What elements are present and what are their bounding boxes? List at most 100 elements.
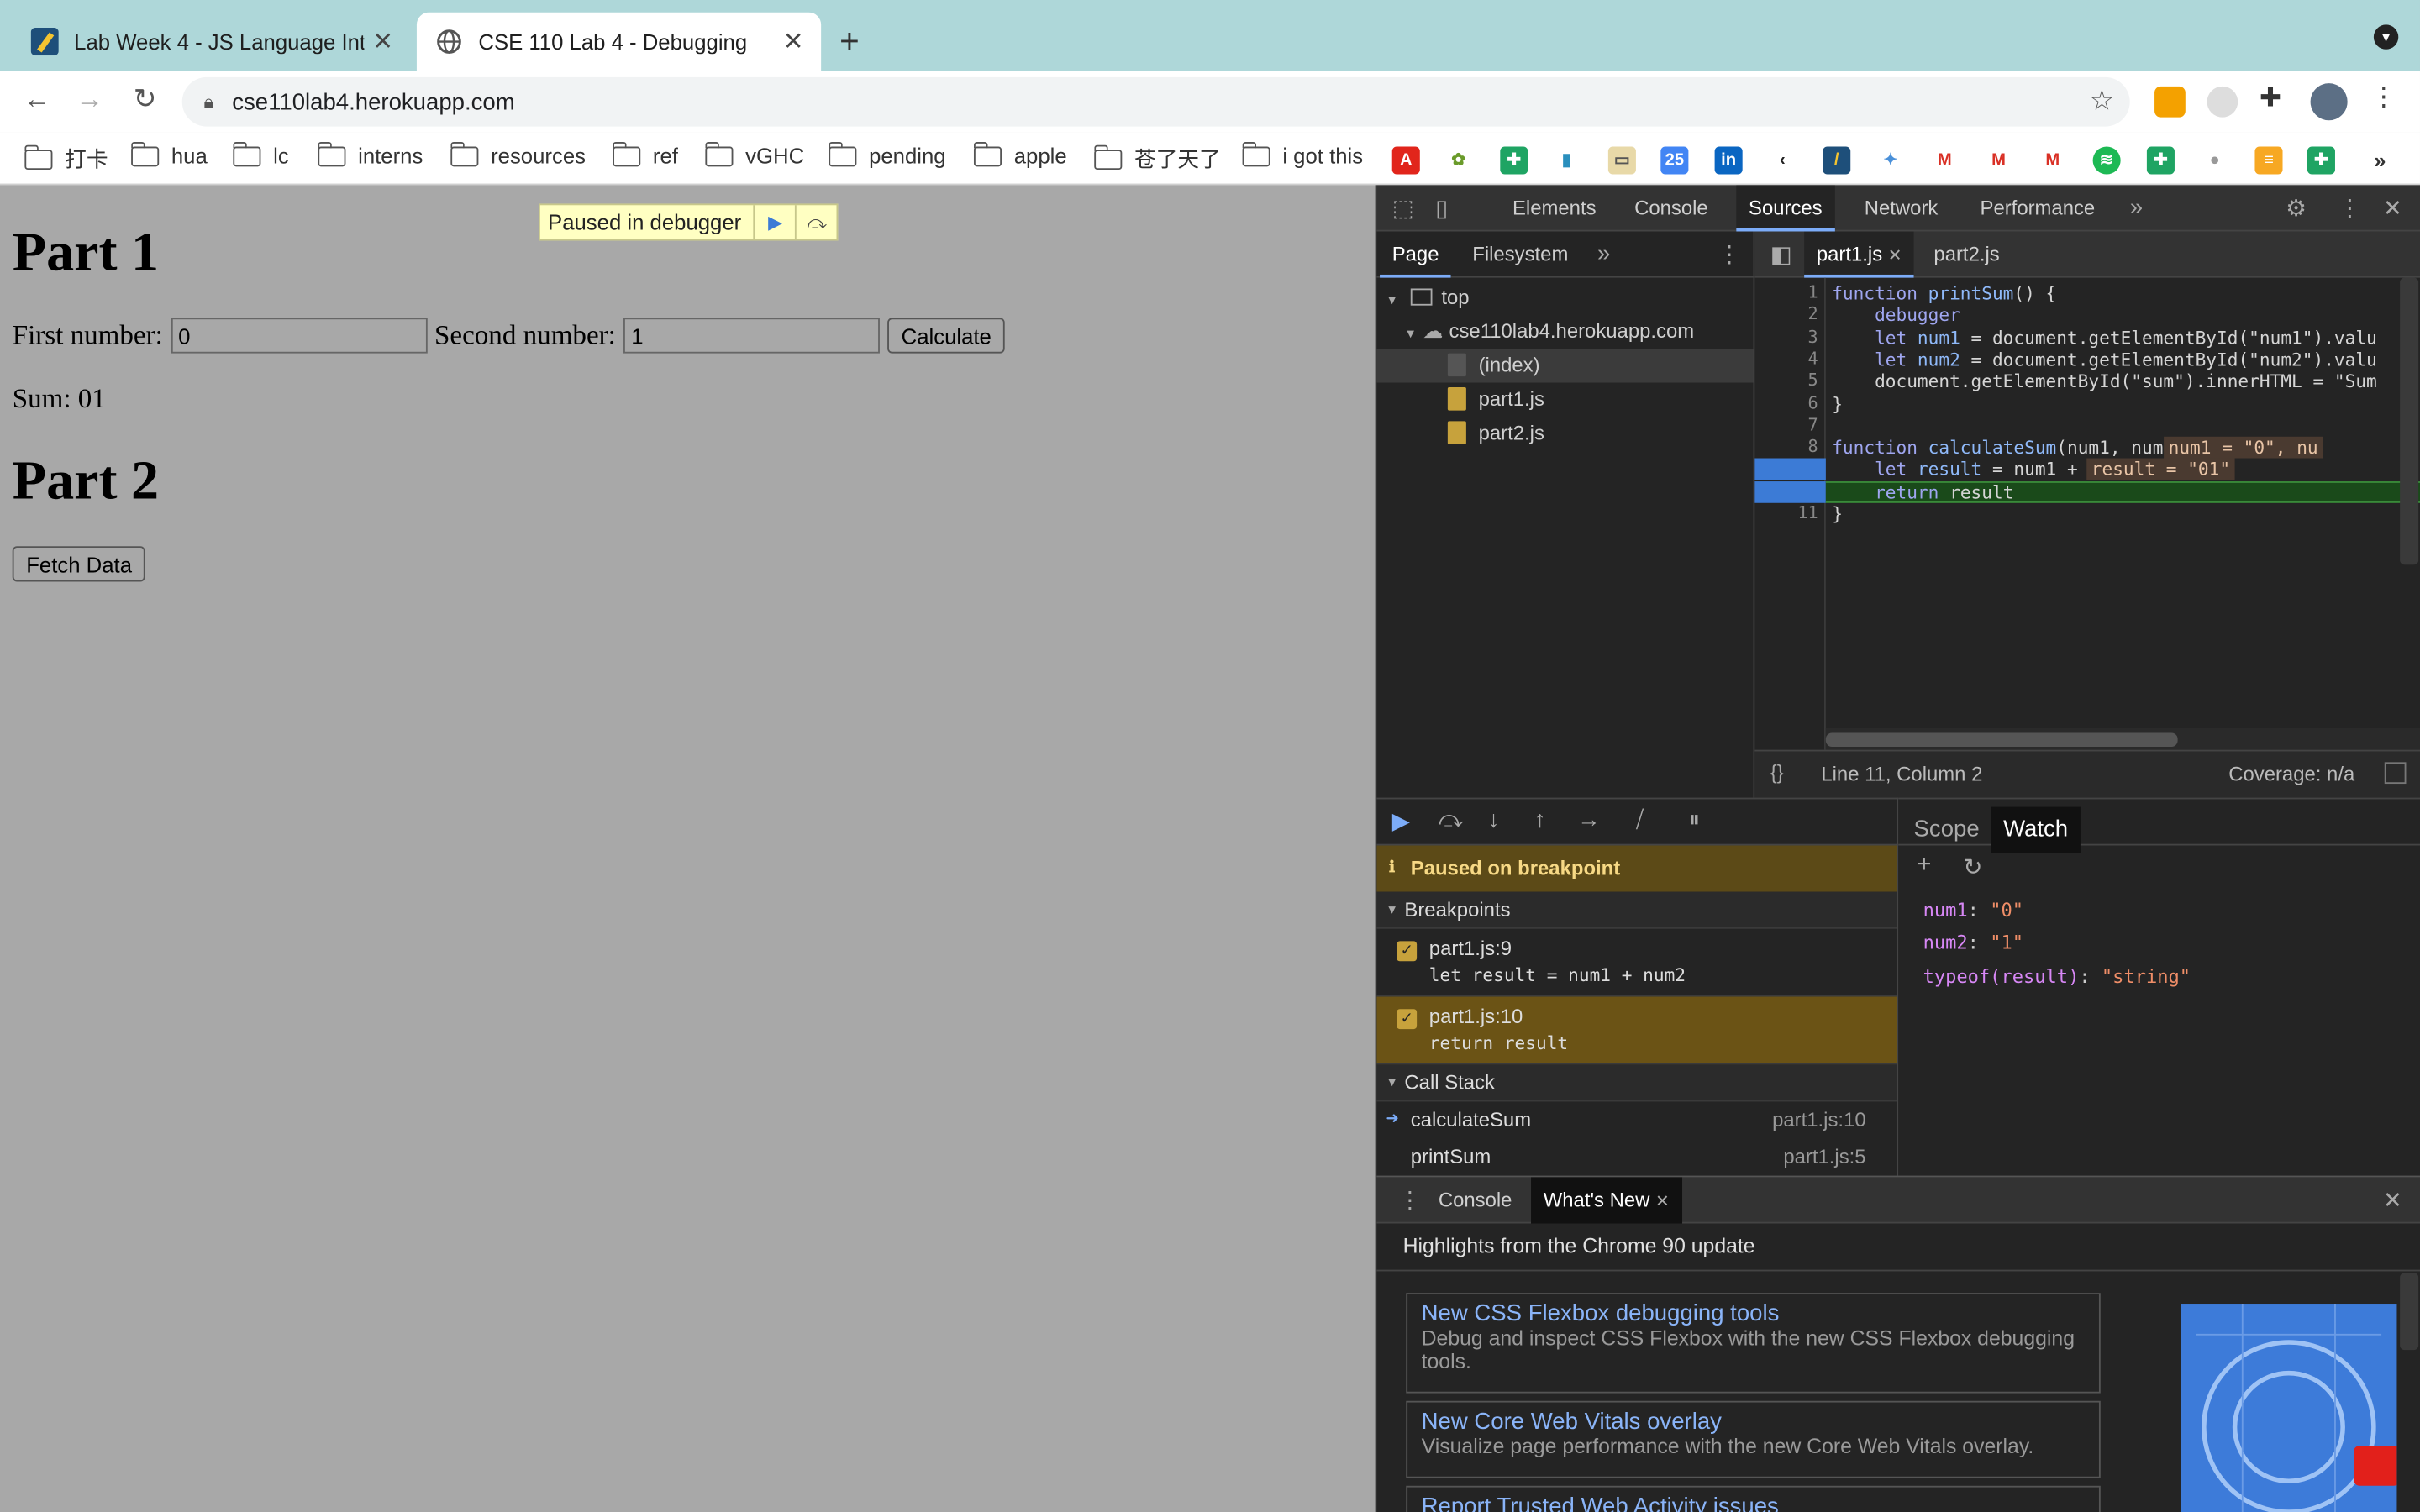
calendar-icon[interactable]: 25 (1660, 146, 1689, 175)
stack-icon[interactable]: ≡ (2254, 146, 2283, 175)
apple-icon[interactable]: ● (2201, 146, 2229, 175)
tree-top-frame[interactable]: ▼ top (1386, 281, 1469, 314)
line-gutter[interactable]: 1234567891011 (1754, 277, 1826, 750)
refresh-watch-icon[interactable]: ↻ (1963, 853, 1982, 881)
step-icon[interactable]: → (1577, 807, 1601, 833)
bookmark-folder[interactable]: apple (973, 141, 1067, 168)
spotify-icon[interactable]: ≋ (2092, 146, 2121, 175)
drawer-tab-console[interactable]: Console (1439, 1177, 1512, 1223)
watch-expression[interactable]: num2: "1" (1923, 932, 2023, 953)
address-bar[interactable]: 🔒︎ cse110lab4.herokuapp.com ☆ (182, 76, 2130, 127)
puzzle-extensions-icon[interactable]: ✚ (2260, 83, 2291, 114)
step-over-icon[interactable]: ⤼ (795, 205, 838, 239)
new-tab-plus-icon[interactable]: + (839, 22, 860, 62)
tree-file-part1[interactable]: part1.js (1447, 383, 1544, 417)
bookmark-folder[interactable]: vGHC (704, 141, 804, 168)
editor-tab-part1[interactable]: part1.js ✕ (1804, 231, 1915, 278)
line-number[interactable]: 4 (1807, 349, 1818, 370)
fetch-data-button[interactable]: Fetch Data (12, 546, 146, 582)
navigator-menu-icon[interactable]: ⋮ (1718, 241, 1741, 268)
tree-domain[interactable]: ▼ ☁ cse110lab4.herokuapp.com (1404, 315, 1694, 349)
whats-new-card[interactable]: New CSS Flexbox debugging tools Debug an… (1406, 1293, 2101, 1394)
close-tab-icon[interactable]: ✕ (364, 26, 401, 57)
second-number-input[interactable] (623, 318, 880, 354)
bookmark-star-icon[interactable]: ☆ (2090, 85, 2115, 118)
tab-lab-week-4[interactable]: Lab Week 4 - JS Language Intr ✕ (13, 13, 411, 71)
deactivate-breakpoints-icon[interactable]: ⧸ (1636, 807, 1644, 833)
bookmark-folder[interactable]: 打卡 (24, 144, 108, 175)
vertical-scrollbar[interactable] (2400, 277, 2419, 565)
tab-search-chevron-icon[interactable]: ▼ (2373, 24, 2399, 50)
scroll-thumb[interactable] (1825, 732, 2178, 747)
more-nav-chevron-icon[interactable]: » (1597, 241, 1610, 267)
close-file-icon[interactable]: ✕ (1888, 247, 1902, 265)
tab-watch[interactable]: Watch (1991, 806, 2081, 853)
adobe-icon[interactable]: A (1392, 146, 1420, 175)
close-drawer-icon[interactable]: ✕ (2383, 1186, 2402, 1214)
step-over-icon[interactable]: ⤼ (1439, 807, 1463, 833)
card-title[interactable]: New Core Web Vitals overlay (1422, 1409, 2086, 1435)
first-number-input[interactable] (170, 318, 427, 354)
kebab-menu-icon[interactable]: ⋮ (2370, 81, 2402, 113)
line-number[interactable]: 6 (1807, 392, 1818, 414)
lock-icon[interactable]: 🔒︎ (203, 90, 213, 113)
tab-network[interactable]: Network (1865, 185, 1939, 231)
tab-sources[interactable]: Sources (1736, 185, 1835, 232)
sheets-icon[interactable]: ✚ (2146, 146, 2175, 175)
breakpoint-checkbox[interactable]: ✓ (1397, 1009, 1418, 1030)
extension-icon[interactable] (2207, 86, 2238, 118)
line-number[interactable]: 7 (1807, 415, 1818, 437)
toggle-debugger-sidebar-icon[interactable] (2384, 762, 2407, 785)
bracket-icon[interactable]: ‹ (1768, 146, 1797, 175)
card-title[interactable]: Report Trusted Web Activity issues (1422, 1494, 2086, 1512)
editor-tab-part2[interactable]: part2.js (1933, 232, 1999, 278)
gmail-icon[interactable]: M (2039, 146, 2067, 175)
whats-new-card[interactable]: Report Trusted Web Activity issues (1406, 1485, 2101, 1512)
tab-filesystem[interactable]: Filesystem (1472, 232, 1568, 278)
card-icon[interactable]: ▭ (1607, 146, 1636, 175)
sheets-icon[interactable]: ✚ (1500, 146, 1528, 175)
bookmark-folder[interactable]: interns (317, 141, 423, 168)
calculate-button[interactable]: Calculate (887, 318, 1006, 354)
line-number[interactable]: 8 (1807, 437, 1818, 459)
resume-icon[interactable]: ▶︎ (753, 205, 796, 239)
breakpoint-marker-line-10[interactable] (1754, 480, 1826, 503)
line-number[interactable]: 1 (1807, 282, 1818, 304)
inspect-element-icon[interactable]: ⬚ (1392, 194, 1414, 222)
breakpoint-item[interactable]: ✓ part1.js:10 return result (1376, 996, 1897, 1065)
more-tabs-chevron-icon[interactable]: » (2130, 194, 2143, 220)
bookmark-folder[interactable]: hua (130, 141, 208, 168)
line-number[interactable]: 5 (1807, 370, 1818, 392)
profile-avatar[interactable] (2310, 83, 2348, 121)
tab-scope[interactable]: Scope (1914, 807, 1980, 853)
breakpoint-checkbox[interactable]: ✓ (1397, 941, 1418, 962)
horizontal-scrollbar[interactable] (1825, 727, 2420, 750)
pretty-print-icon[interactable]: {} (1770, 761, 1784, 785)
tree-file-index[interactable]: (index) (1376, 349, 1754, 383)
more-bookmarks-chevron-icon[interactable]: » (2365, 146, 2394, 175)
close-devtools-icon[interactable]: ✕ (2383, 194, 2402, 222)
pause-on-exceptions-icon[interactable]: ⏸︎ (1688, 807, 1700, 833)
add-watch-plus-icon[interactable]: + (1917, 852, 1931, 879)
devtools-menu-icon[interactable]: ⋮ (2338, 194, 2362, 222)
watch-expression[interactable]: typeof(result): "string" (1923, 966, 2191, 988)
whats-new-card[interactable]: New Core Web Vitals overlay Visualize pa… (1406, 1400, 2101, 1478)
breakpoint-marker-line-9[interactable] (1754, 458, 1826, 480)
tab-performance[interactable]: Performance (1981, 185, 2096, 231)
tab-console[interactable]: Console (1634, 185, 1708, 231)
close-whats-new-icon[interactable]: ✕ (1655, 1193, 1670, 1211)
resume-icon[interactable]: ▶︎ (1392, 807, 1410, 834)
slash-icon[interactable]: / (1823, 146, 1851, 175)
gmail-icon[interactable]: M (1930, 146, 1959, 175)
leaf-icon[interactable]: ✿ (1444, 146, 1473, 175)
tab-elements[interactable]: Elements (1512, 185, 1597, 231)
card-title[interactable]: New CSS Flexbox debugging tools (1422, 1300, 2086, 1326)
bookmark-folder[interactable]: lc (232, 141, 289, 168)
close-tab-icon[interactable]: ✕ (775, 26, 812, 57)
bookmark-folder[interactable]: pending (828, 141, 946, 168)
sheets-icon[interactable]: ✚ (2307, 146, 2335, 175)
call-stack-section-header[interactable]: Call Stack (1376, 1064, 1897, 1102)
step-into-icon[interactable]: ↓ (1488, 807, 1500, 833)
line-number[interactable]: 11 (1797, 503, 1818, 525)
tree-file-part2[interactable]: part2.js (1447, 417, 1544, 450)
